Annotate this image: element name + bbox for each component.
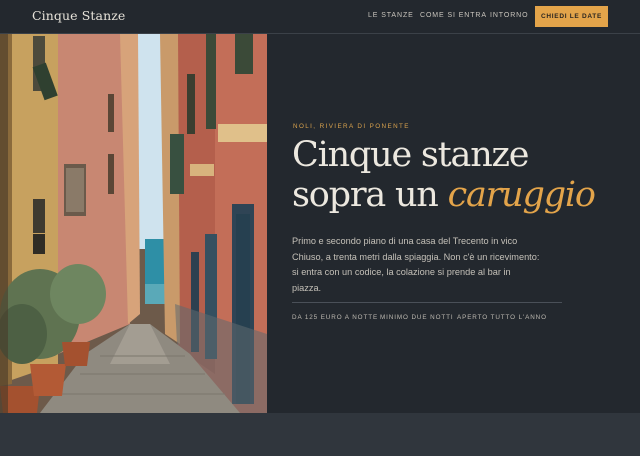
hero-title-line1: Cinque stanze [292,135,529,175]
hero-title: Cinque stanze sopra un caruggio [292,135,612,215]
fact-open-all-year: APERTO TUTTO L'ANNO [457,314,547,321]
next-section-strip [0,413,640,456]
fact-minimum-stay: MINIMO DUE NOTTI [380,314,454,321]
hero-panel [267,34,640,413]
facts-divider [292,302,562,303]
fact-price: DA 125 EURO A NOTTE [292,314,379,321]
nav-link-stanze[interactable]: LE STANZE [368,12,414,19]
alley-photo [0,34,267,413]
hero-title-accent: caruggio [447,175,596,215]
hero-description: Primo e secondo piano di una casa del Tr… [292,236,540,293]
brand-logo[interactable]: Cinque Stanze [32,8,125,23]
ask-dates-button[interactable]: CHIEDI LE DATE [535,6,608,27]
nav-link-intorno[interactable]: INTORNO [490,12,528,19]
location-eyebrow: NOLI, RIVIERA DI PONENTE [293,123,410,130]
top-navigation-bar: Cinque Stanze LE STANZE COME SI ENTRA IN… [0,0,640,34]
nav-link-come-si-entra[interactable]: COME SI ENTRA [420,12,487,19]
hero-title-line2-prefix: sopra un [292,175,448,215]
